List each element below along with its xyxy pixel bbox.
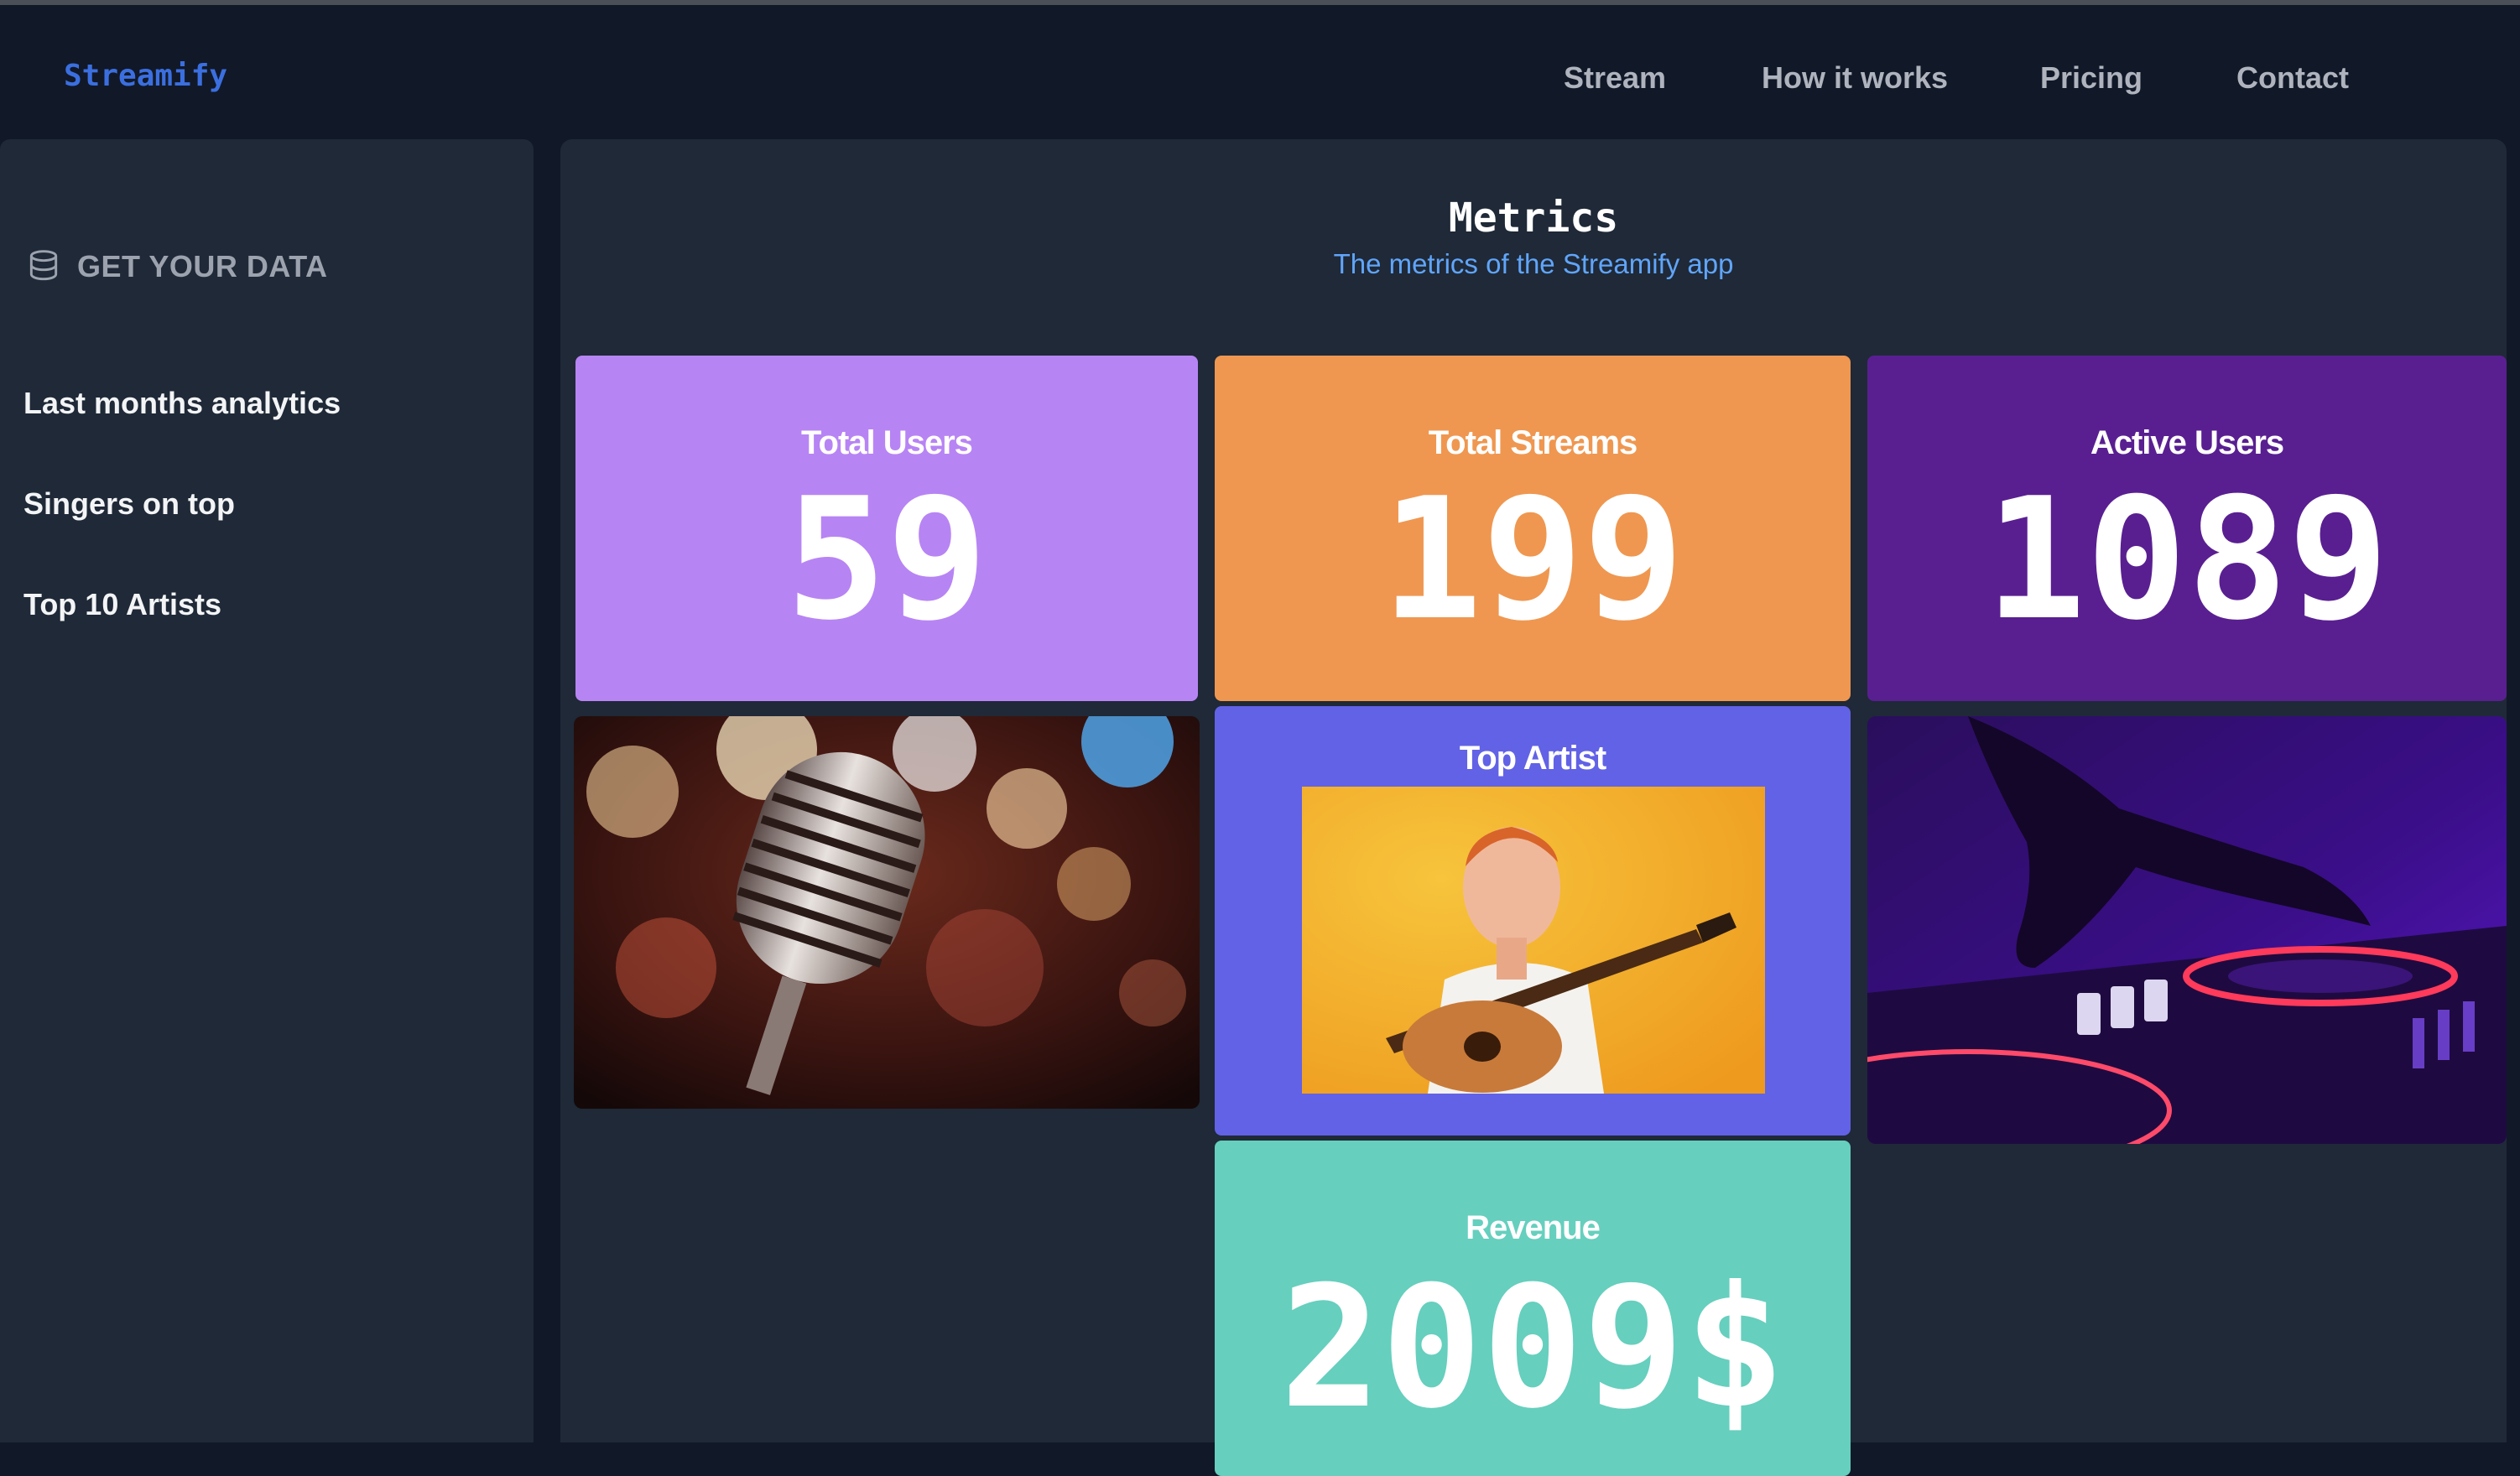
- revenue-value: 2009$: [1279, 1250, 1786, 1446]
- sidebar-heading[interactable]: GET YOUR DATA: [25, 243, 328, 290]
- revenue-label: Revenue: [1466, 1209, 1601, 1246]
- active-users-card: Active Users 1089: [1867, 356, 2507, 701]
- total-streams-value: 199: [1381, 462, 1684, 657]
- sidebar-item-last-months-analytics[interactable]: Last months analytics: [23, 386, 341, 421]
- top-navbar: Streamify Stream How it works Pricing Co…: [0, 5, 2520, 139]
- dj-image: [1867, 716, 2507, 1144]
- nav-how-it-works[interactable]: How it works: [1762, 60, 1948, 96]
- top-artist-card: Top Artist: [1215, 706, 1851, 1136]
- sidebar: GET YOUR DATA Last months analytics Sing…: [0, 139, 534, 1442]
- active-users-label: Active Users: [2090, 424, 2284, 461]
- top-artist-photo: [1302, 787, 1765, 1094]
- brand-logo[interactable]: Streamify: [64, 59, 227, 93]
- nav-pricing[interactable]: Pricing: [2040, 60, 2143, 96]
- total-users-label: Total Users: [801, 424, 973, 461]
- total-users-value: 59: [785, 462, 988, 657]
- page-subtitle: The metrics of the Streamify app: [1333, 248, 1734, 279]
- page-title: Metrics: [1448, 195, 1619, 242]
- total-users-card: Total Users 59: [575, 356, 1198, 701]
- microphone-image: [574, 716, 1200, 1109]
- database-icon: [29, 250, 58, 281]
- sidebar-item-singers-on-top[interactable]: Singers on top: [23, 486, 235, 522]
- dj-turntable-photo: [1867, 716, 2507, 1144]
- sidebar-heading-label: GET YOUR DATA: [77, 249, 328, 283]
- active-users-value: 1089: [1985, 462, 2389, 657]
- nav-stream[interactable]: Stream: [1564, 60, 1666, 96]
- total-streams-card: Total Streams 199: [1215, 356, 1851, 701]
- artist-image: [1302, 787, 1765, 1094]
- metrics-panel: Metrics The metrics of the Streamify app…: [560, 139, 2507, 1476]
- nav-contact[interactable]: Contact: [2236, 60, 2349, 96]
- top-artist-label: Top Artist: [1459, 740, 1606, 777]
- microphone-photo: [574, 716, 1200, 1109]
- revenue-card: Revenue 2009$: [1215, 1141, 1851, 1476]
- sidebar-item-top-10-artists[interactable]: Top 10 Artists: [23, 587, 221, 622]
- total-streams-label: Total Streams: [1428, 424, 1638, 461]
